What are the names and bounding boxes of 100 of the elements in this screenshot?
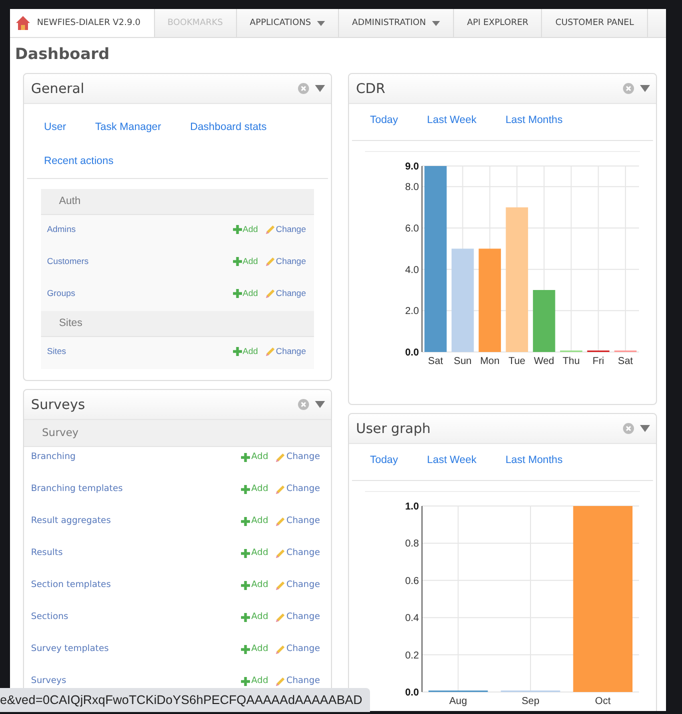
plus-icon (241, 580, 250, 590)
change-link[interactable]: Change (266, 346, 306, 356)
add-link[interactable]: Add (232, 224, 258, 234)
y-tick-label: 0.2 (405, 650, 419, 662)
collapse-icon[interactable] (640, 85, 650, 92)
model-link[interactable]: Admins (47, 224, 233, 234)
change-link[interactable]: Change (276, 452, 320, 462)
add-link[interactable]: Add (232, 288, 258, 298)
dashboard-link[interactable]: Recent actions (44, 144, 114, 178)
y-tick-label: 0.6 (405, 576, 419, 587)
pencil-icon (276, 484, 286, 494)
page-title: Dashboard (15, 45, 111, 65)
change-link[interactable]: Change (276, 644, 320, 654)
model-link[interactable]: Customers (47, 256, 233, 266)
change-link[interactable]: Change (276, 612, 320, 622)
dashboard-link[interactable]: User (44, 110, 66, 144)
change-link[interactable]: Change (276, 676, 320, 686)
model-link[interactable]: Groups (47, 288, 233, 298)
add-link[interactable]: Add (241, 676, 268, 686)
plus-icon (232, 346, 242, 356)
plus-icon (241, 516, 250, 526)
period-tab[interactable]: Today (370, 114, 398, 140)
pencil-icon (266, 224, 275, 234)
change-link[interactable]: Change (276, 484, 320, 494)
period-tab[interactable]: Last Week (427, 454, 476, 480)
pencil-icon (276, 452, 286, 462)
pencil-icon (276, 676, 286, 686)
pencil-icon (266, 288, 275, 298)
dashboard-link[interactable]: Task Manager (95, 110, 162, 144)
nav-item[interactable]: CUSTOMER PANEL (542, 9, 648, 37)
model-link[interactable]: Sections (31, 612, 242, 622)
home-icon (15, 15, 31, 31)
panel-title: General (31, 80, 86, 96)
model-link[interactable]: Branching (31, 452, 242, 462)
plus-icon (232, 256, 242, 266)
x-tick-label: Mon (480, 356, 500, 367)
nav-item[interactable]: ADMINISTRATION (339, 9, 454, 37)
nav-item[interactable]: APPLICATIONS (236, 9, 339, 37)
plus-icon (241, 644, 250, 654)
add-link[interactable]: Add (232, 346, 258, 356)
y-tick-label: 2.0 (405, 306, 419, 318)
period-tab[interactable]: Last Week (427, 114, 476, 140)
y-tick-label: 4.0 (405, 264, 419, 276)
x-tick-label: Sat (618, 356, 633, 367)
add-link[interactable]: Add (241, 612, 268, 622)
model-link[interactable]: Results (31, 548, 242, 558)
change-link[interactable]: Change (266, 288, 306, 298)
pencil-icon (276, 644, 286, 654)
model-link[interactable]: Section templates (31, 580, 242, 590)
y-tick-label: 0.0 (405, 688, 419, 698)
add-link[interactable]: Add (241, 644, 268, 654)
model-link[interactable]: Branching templates (31, 484, 242, 494)
add-link[interactable]: Add (232, 256, 258, 266)
y-tick-label: 9.0 (405, 162, 419, 172)
x-tick-label: Fri (592, 356, 604, 367)
nav-item[interactable]: API EXPLORER (454, 9, 542, 37)
model-link[interactable]: Sites (47, 346, 233, 356)
plus-icon (241, 676, 250, 686)
x-tick-label: Aug (449, 696, 468, 707)
change-link[interactable]: Change (276, 516, 320, 526)
add-link[interactable]: Add (241, 548, 268, 558)
add-link[interactable]: Add (241, 516, 268, 526)
pencil-icon (266, 256, 275, 266)
collapse-icon[interactable] (315, 85, 325, 92)
plus-icon (232, 288, 242, 298)
group-header: Sites (41, 311, 314, 337)
pencil-icon (276, 612, 286, 622)
y-tick-label: 6.0 (405, 224, 419, 234)
model-link[interactable]: Result aggregates (31, 516, 242, 526)
x-tick-label: Wed (534, 356, 554, 367)
pencil-icon (276, 516, 286, 526)
y-tick-label: 0.0 (405, 348, 419, 358)
period-tab[interactable]: Today (370, 454, 398, 480)
plus-icon (241, 484, 250, 494)
pencil-icon (266, 346, 275, 356)
change-link[interactable]: Change (276, 580, 320, 590)
nav-item[interactable]: NEWFIES-DIALER V2.9.0 (10, 9, 155, 37)
collapse-icon[interactable] (315, 401, 325, 408)
x-tick-label: Sun (454, 356, 472, 367)
collapse-icon[interactable] (640, 425, 650, 432)
model-link[interactable]: Surveys (31, 676, 242, 686)
period-tab[interactable]: Last Months (505, 454, 563, 480)
y-tick-label: 8.0 (405, 182, 419, 194)
add-link[interactable]: Add (241, 484, 268, 494)
y-tick-label: 1.0 (405, 502, 419, 512)
add-link[interactable]: Add (241, 580, 268, 590)
x-tick-label: Thu (562, 356, 580, 367)
x-tick-label: Tue (508, 356, 526, 367)
group-header: Survey (24, 420, 331, 447)
dashboard-link[interactable]: Dashboard stats (190, 110, 267, 144)
change-link[interactable]: Change (276, 548, 320, 558)
change-link[interactable]: Change (266, 224, 306, 234)
add-link[interactable]: Add (241, 452, 268, 462)
model-link[interactable]: Survey templates (31, 644, 242, 654)
status-url: e&ved=0CAIQjRxqFwoTCKiDoYS6hPECFQAAAAAdAAAAABAD (0, 688, 370, 712)
period-tab[interactable]: Last Months (505, 114, 563, 140)
y-tick-label: 0.4 (405, 613, 419, 624)
plus-icon (232, 224, 242, 234)
x-tick-label: Sep (522, 696, 540, 707)
change-link[interactable]: Change (266, 256, 306, 266)
